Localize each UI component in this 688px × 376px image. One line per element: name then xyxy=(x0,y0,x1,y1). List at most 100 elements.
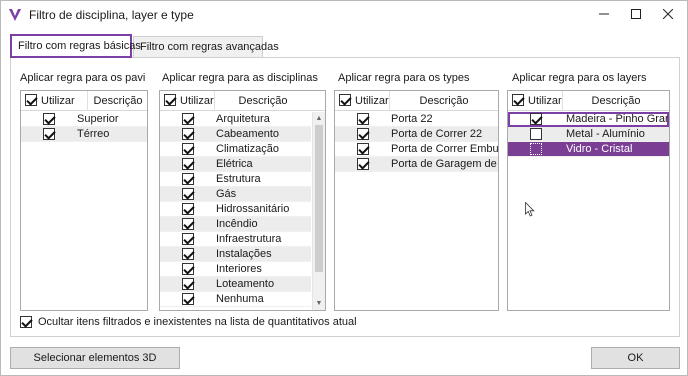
tab-basic-rules[interactable]: Filtro com regras básicas xyxy=(10,34,141,58)
row-checkbox[interactable] xyxy=(182,248,194,260)
list-header: Utilizar Descrição xyxy=(21,91,147,111)
mouse-pointer-icon xyxy=(525,201,535,220)
row-label: Elétrica xyxy=(216,158,253,170)
row-checkbox[interactable] xyxy=(182,158,194,170)
row-checkbox[interactable] xyxy=(182,263,194,275)
hide-filtered-label: Ocultar itens filtrados e inexistentes n… xyxy=(38,316,357,328)
header-utilizar: Utilizar xyxy=(528,95,562,107)
list-rows: Porta 22 Porta de Correr 22 Porta de Corre… xyxy=(335,112,498,172)
row-label: Porta de Correr Embutida xyxy=(391,143,498,155)
list-item[interactable]: Interiores xyxy=(160,262,311,277)
row-label: Instalações xyxy=(216,248,272,260)
scroll-thumb[interactable] xyxy=(315,125,323,272)
close-icon xyxy=(662,8,674,22)
header-descricao: Descrição xyxy=(419,95,469,107)
list-item[interactable]: Elétrica xyxy=(160,157,311,172)
listbox-pavimentos[interactable]: Utilizar Descrição Superior Térreo xyxy=(20,90,148,311)
app-logo-v-icon xyxy=(7,7,23,23)
row-checkbox[interactable] xyxy=(182,278,194,290)
maximize-icon xyxy=(631,8,641,22)
scroll-up-arrow-icon[interactable]: ▲ xyxy=(313,112,325,124)
row-checkbox[interactable] xyxy=(43,113,55,125)
window-title: Filtro de disciplina, layer e type xyxy=(29,8,194,22)
list-rows: Superior Térreo xyxy=(21,112,147,142)
row-label: Superior xyxy=(77,113,119,125)
group-label-disciplinas: Aplicar regra para as disciplinas xyxy=(162,72,318,84)
list-item[interactable]: Infraestrutura xyxy=(160,232,311,247)
title-bar: Filtro de disciplina, layer e type xyxy=(1,1,687,29)
row-checkbox[interactable] xyxy=(182,188,194,200)
row-checkbox[interactable] xyxy=(530,113,542,125)
list-item[interactable]: Metal - Alumínio xyxy=(508,127,669,142)
row-label: Metal - Alumínio xyxy=(566,128,645,140)
row-label: Porta de Correr 22 xyxy=(391,128,483,140)
listbox-disciplinas[interactable]: Utilizar Descrição Arquitetura Cabeamento… xyxy=(159,90,326,311)
list-item[interactable]: Térreo xyxy=(21,127,147,142)
row-checkbox[interactable] xyxy=(357,143,369,155)
row-label: Cabeamento xyxy=(216,128,279,140)
list-item[interactable]: Incêndio xyxy=(160,217,311,232)
row-checkbox[interactable] xyxy=(357,158,369,170)
row-checkbox[interactable] xyxy=(530,143,542,155)
list-item[interactable]: Porta de Correr 22 xyxy=(335,127,498,142)
header-descricao: Descrição xyxy=(238,95,288,107)
header-utilizar: Utilizar xyxy=(41,95,75,107)
hide-filtered-checkbox[interactable] xyxy=(20,316,32,328)
list-item[interactable]: Instalações xyxy=(160,247,311,262)
row-label: Térreo xyxy=(77,128,110,140)
row-checkbox[interactable] xyxy=(182,293,194,305)
row-label: Climatização xyxy=(216,143,279,155)
maximize-button[interactable] xyxy=(619,1,653,29)
select-all-checkbox[interactable] xyxy=(164,94,176,106)
scroll-down-arrow-icon[interactable]: ▼ xyxy=(313,297,325,309)
row-checkbox[interactable] xyxy=(182,143,194,155)
minimize-icon xyxy=(599,9,609,22)
minimize-button[interactable] xyxy=(587,1,621,29)
row-checkbox[interactable] xyxy=(182,203,194,215)
row-checkbox[interactable] xyxy=(182,218,194,230)
list-item[interactable]: Cabeamento xyxy=(160,127,311,142)
row-checkbox[interactable] xyxy=(182,113,194,125)
list-item[interactable]: Porta de Garagem de Correr xyxy=(335,157,498,172)
row-checkbox[interactable] xyxy=(182,128,194,140)
list-item[interactable]: Climatização xyxy=(160,142,311,157)
row-label: Porta 22 xyxy=(391,113,433,125)
row-checkbox[interactable] xyxy=(43,128,55,140)
list-item[interactable]: Superior xyxy=(21,112,147,127)
vertical-scrollbar[interactable]: ▲ ▼ xyxy=(312,112,325,310)
list-item[interactable]: Porta de Correr Embutida xyxy=(335,142,498,157)
header-utilizar: Utilizar xyxy=(355,95,389,107)
list-item[interactable]: Nenhuma xyxy=(160,292,311,307)
group-label-layers: Aplicar regra para os layers xyxy=(512,72,647,84)
select-all-checkbox[interactable] xyxy=(25,94,37,106)
row-label: Madeira - Pinho Granulado xyxy=(566,113,668,125)
list-item[interactable]: Estrutura xyxy=(160,172,311,187)
header-descricao: Descrição xyxy=(93,95,143,107)
list-item[interactable]: Arquitetura xyxy=(160,112,311,127)
ok-button[interactable]: OK xyxy=(591,347,680,369)
row-checkbox[interactable] xyxy=(357,128,369,140)
group-label-pavimentos: Aplicar regra para os pavimentos xyxy=(20,72,145,84)
row-label: Arquitetura xyxy=(216,113,270,125)
row-checkbox[interactable] xyxy=(182,233,194,245)
list-item[interactable]: Loteamento xyxy=(160,277,311,292)
list-item[interactable]: Porta 22 xyxy=(335,112,498,127)
row-checkbox[interactable] xyxy=(357,113,369,125)
list-header: Utilizar Descrição xyxy=(335,91,498,111)
list-item-selected[interactable]: Vidro - Cristal xyxy=(508,142,669,157)
listbox-types[interactable]: Utilizar Descrição Porta 22 Porta de Corr… xyxy=(334,90,499,311)
row-label: Vidro - Cristal xyxy=(566,143,633,155)
listbox-layers[interactable]: Utilizar Descrição Madeira - Pinho Granu… xyxy=(507,90,670,311)
select-all-checkbox[interactable] xyxy=(512,94,524,106)
row-checkbox[interactable] xyxy=(530,128,542,140)
row-label: Gás xyxy=(216,188,237,200)
tab-advanced-rules[interactable]: Filtro com regras avançadas xyxy=(133,36,279,57)
list-item[interactable]: Hidrossanitário xyxy=(160,202,311,217)
select-3d-elements-button[interactable]: Selecionar elementos 3D xyxy=(10,347,180,369)
row-checkbox[interactable] xyxy=(182,173,194,185)
close-button[interactable] xyxy=(651,1,685,29)
list-item[interactable]: Madeira - Pinho Granulado xyxy=(508,112,669,127)
list-item[interactable]: Gás xyxy=(160,187,311,202)
select-all-checkbox[interactable] xyxy=(339,94,351,106)
list-header: Utilizar Descrição xyxy=(160,91,325,111)
